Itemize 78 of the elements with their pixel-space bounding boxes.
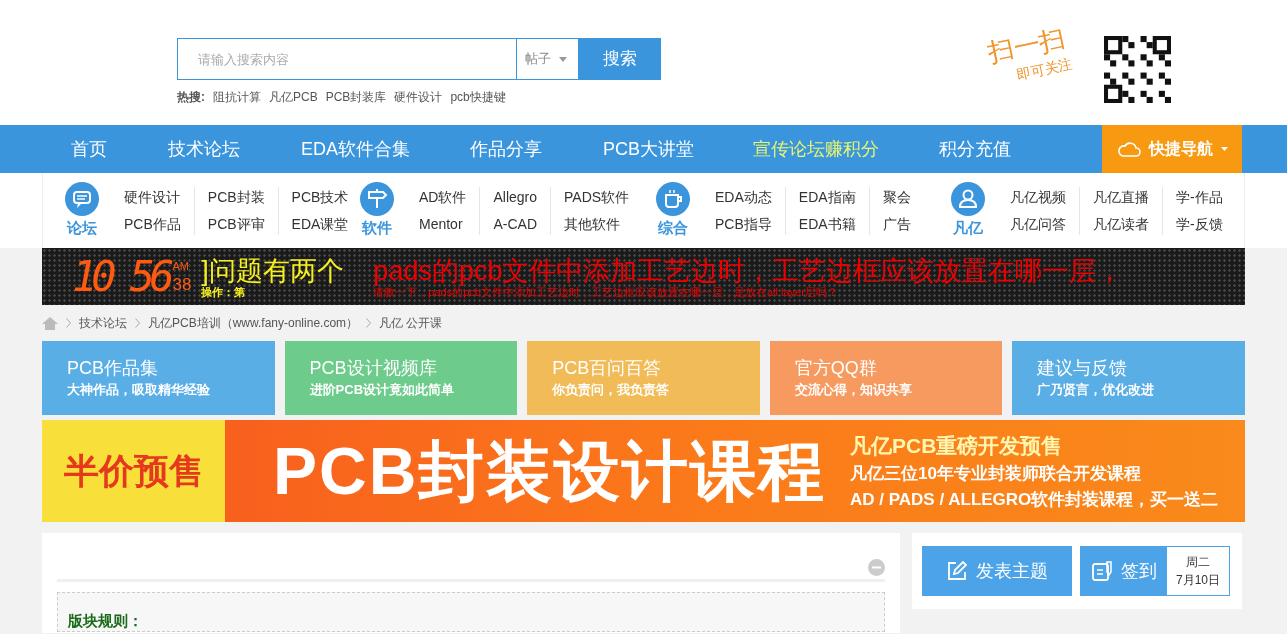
subnav-link[interactable]: PADS软件 [564,186,630,208]
ticker-title: ]问题有两个 [201,255,345,287]
chat-icon [65,181,99,216]
banner-headline: PCB封装设计课程 [273,432,827,510]
cloud-icon [1116,141,1141,157]
ticker-subtitle: 操作：第 [201,287,247,298]
subnav-link[interactable]: Allegro [493,186,538,208]
edit-icon [946,560,968,582]
subnav-link[interactable]: 聚会 [882,186,911,208]
subnav-link[interactable]: 凡亿直播 [1093,186,1149,208]
subnav-link[interactable]: PCB评审 [207,213,265,235]
subnav-link[interactable]: PCB技术 [291,186,349,208]
subnav-link[interactable]: 广告 [882,213,911,235]
banner-text: 凡亿三位10年专业封装师联合开发课程 [850,463,1142,486]
subnav-link[interactable]: EDA课堂 [291,213,349,235]
subnav-link[interactable]: 硬件设计 [124,186,181,208]
clock-seconds: 38 [172,275,192,293]
date-text: 7月10日 [1176,572,1220,589]
search-field[interactable]: 请输入搜索内容 [177,38,517,80]
category-label: 软件 [362,217,392,238]
hot-search-link[interactable]: 凡亿PCB [269,88,318,106]
subnav-link[interactable]: AD软件 [419,186,467,208]
subnav-link[interactable]: EDA指南 [798,186,856,208]
signpost-icon [360,181,394,216]
clipboard-icon [1091,560,1113,582]
subnav-link[interactable]: 凡亿读者 [1093,213,1149,235]
category-label: 凡亿 [953,217,983,238]
card-title: PCB设计视频库 [309,357,438,381]
card-subtitle: 大神作品，吸取精华经验 [67,381,211,400]
breadcrumb-link[interactable]: 凡亿 公开课 [379,314,443,332]
clock-time: 10 56 [72,255,169,298]
subnav-link[interactable]: 凡亿视频 [1010,186,1066,208]
subnav-link[interactable]: 学-作品 [1176,186,1223,208]
caret-icon [1220,147,1228,151]
ticker-subtitle: 请教一下，pads的pcb文件中添加工艺边时，工艺边框应该放置在哪一层，是放在all layer层吗？ [373,287,839,298]
clock-ampm: AM [172,260,190,272]
banner-text: AD / PADS / ALLEGRO软件封装课程，买一送二 [850,488,1220,511]
subnav-link[interactable]: EDA动态 [715,186,772,208]
chevron-icon [366,318,372,328]
card-subtitle: 你负责问，我负责答 [552,381,671,400]
subnav-link[interactable]: PCB作品 [124,213,181,235]
card-subtitle: 进阶PCB设计竟如此简单 [309,381,456,400]
slogan-text: 即可关注 [1015,55,1075,85]
card-subtitle: 广乃贤言，优化改进 [1037,381,1156,400]
ticker-title: pads的pcb文件中添加工艺边时，工艺边框应该放置在哪一层， [373,255,1124,287]
subnav-link[interactable]: Mentor [419,213,467,235]
home-icon[interactable] [42,316,58,330]
subnav-link[interactable]: A-CAD [493,213,538,235]
card-title: PCB作品集 [67,357,159,381]
user-icon [951,181,985,216]
card-title: 建议与反馈 [1037,357,1129,381]
subnav-link[interactable]: EDA书籍 [798,213,856,235]
cup-icon [656,181,690,216]
weekday-text: 周二 [1186,554,1210,571]
hot-search-link[interactable]: PCB封装库 [325,88,387,106]
subnav-link[interactable]: 其他软件 [564,213,630,235]
category-label: 论坛 [67,217,97,238]
card-title: PCB百问百答 [552,357,663,381]
card-title: 官方QQ群 [794,357,878,381]
subnav-link[interactable]: 学-反馈 [1176,213,1223,235]
qr-code [1104,36,1171,103]
breadcrumb-link[interactable]: 凡亿PCB培训（www.fany-online.com） [148,314,359,332]
card-subtitle: 交流心得，知识共享 [794,381,913,400]
chevron-icon [135,318,140,328]
banner-text: 凡亿PCB重磅开发预售 [850,432,1064,459]
subnav-link[interactable]: PCB指导 [715,213,772,235]
rules-heading: 版块规则： [68,612,143,629]
breadcrumb-link[interactable]: 技术论坛 [79,314,127,332]
hot-search-link[interactable]: 阻抗计算 [213,88,261,106]
hot-search-link[interactable]: pcb快捷键 [450,88,506,106]
caret-icon [559,56,567,62]
subnav-link[interactable]: 凡亿问答 [1010,213,1066,235]
chevron-icon [66,318,71,328]
hot-search-link[interactable]: 硬件设计 [394,88,443,106]
collapse-icon[interactable] [868,559,885,576]
hot-search-label: 热搜: [177,89,205,106]
category-label: 综合 [658,217,688,238]
subnav-link[interactable]: PCB封装 [207,186,265,208]
